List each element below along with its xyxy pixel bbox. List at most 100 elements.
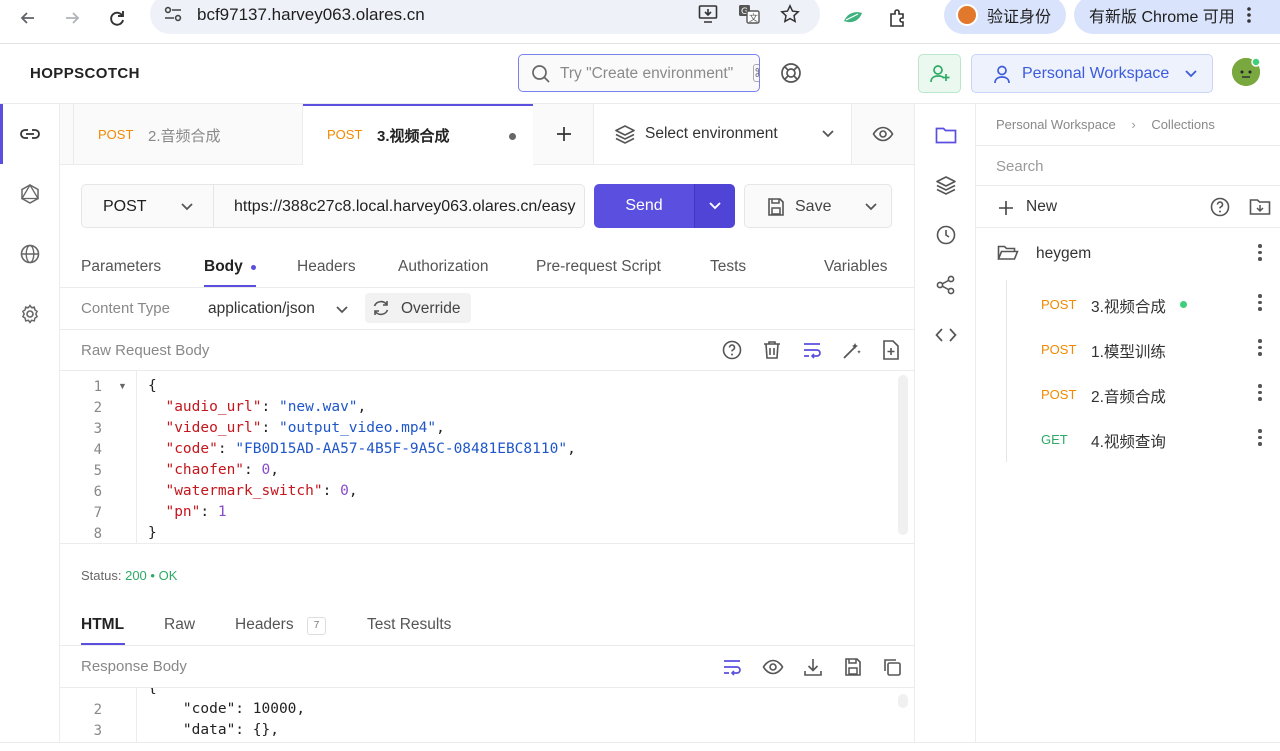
- tab-body[interactable]: Body: [204, 258, 243, 276]
- tab-parameters[interactable]: Parameters: [81, 258, 161, 276]
- forward-icon[interactable]: [58, 4, 86, 32]
- collections-search-input[interactable]: Search: [976, 145, 1280, 186]
- code-line: "watermark_switch": 0,: [165, 483, 358, 499]
- support-lifebuoy-icon[interactable]: [780, 62, 802, 84]
- user-avatar[interactable]: [1232, 58, 1260, 86]
- import-file-icon[interactable]: [882, 340, 900, 360]
- collection-folder-heygem[interactable]: heygem: [976, 231, 1280, 276]
- save-button[interactable]: Save: [744, 184, 892, 228]
- save-disk-icon[interactable]: [843, 657, 863, 677]
- bookmark-star-icon[interactable]: [780, 4, 800, 24]
- more-options-icon[interactable]: [1258, 244, 1262, 264]
- code-brackets-icon[interactable]: [915, 310, 976, 360]
- tab-request-3[interactable]: POST 3.视频合成: [303, 104, 533, 165]
- collection-request-item[interactable]: GET 4.视频查询: [976, 416, 1280, 461]
- collection-request-item[interactable]: POST 2.音频合成: [976, 371, 1280, 416]
- nav-realtime-globe-icon[interactable]: [0, 224, 60, 284]
- site-settings-icon[interactable]: [163, 5, 183, 23]
- tab-headers[interactable]: Headers: [297, 258, 356, 276]
- send-options-button[interactable]: [694, 184, 735, 228]
- new-collection-button[interactable]: New: [998, 198, 1138, 218]
- help-icon[interactable]: [1210, 197, 1230, 217]
- more-menu-icon[interactable]: [1247, 7, 1251, 23]
- download-icon[interactable]: [803, 657, 823, 677]
- breadcrumb-collections[interactable]: Collections: [1151, 117, 1215, 132]
- method-selector[interactable]: POST: [81, 184, 213, 228]
- chrome-update-button[interactable]: 有新版 Chrome 可用: [1074, 0, 1280, 34]
- override-button[interactable]: Override: [365, 293, 471, 323]
- trash-icon[interactable]: [763, 340, 781, 360]
- extensions-puzzle-icon[interactable]: [884, 4, 912, 32]
- app-logo[interactable]: HOPPSCOTCH: [30, 65, 140, 82]
- history-clock-icon[interactable]: [915, 210, 976, 260]
- workspace-selector[interactable]: Personal Workspace: [971, 54, 1213, 93]
- request-name: 1.模型训练: [1091, 344, 1166, 361]
- import-folder-icon[interactable]: [1249, 197, 1271, 217]
- editor-scrollbar[interactable]: [898, 375, 908, 535]
- new-label: New: [1026, 198, 1058, 215]
- content-type-selector[interactable]: application/json: [208, 294, 358, 324]
- tab-pre-request-script[interactable]: Pre-request Script: [536, 258, 661, 276]
- copy-icon[interactable]: [882, 657, 902, 677]
- more-options-icon[interactable]: [1258, 429, 1262, 449]
- collections-folder-icon[interactable]: [915, 110, 976, 160]
- preview-eye-icon[interactable]: [762, 658, 784, 676]
- prettify-wand-icon[interactable]: [842, 340, 862, 360]
- search-input[interactable]: Try "Create environment" ⌘: [518, 54, 760, 92]
- wrap-lines-icon[interactable]: [722, 658, 742, 676]
- verify-identity-button[interactable]: 验证身份: [944, 0, 1066, 34]
- chevron-down-icon[interactable]: [864, 202, 878, 212]
- tab-authorization[interactable]: Authorization: [398, 258, 488, 276]
- chevron-down-icon: [335, 305, 349, 315]
- tab-variables[interactable]: Variables: [824, 258, 887, 276]
- more-options-icon[interactable]: [1258, 339, 1262, 359]
- method-label: POST: [103, 198, 147, 215]
- tab-request-2[interactable]: POST 2.音频合成: [73, 104, 303, 165]
- collection-request-item[interactable]: POST 1.模型训练: [976, 326, 1280, 371]
- environment-eye-icon[interactable]: [872, 125, 894, 143]
- search-icon: [531, 64, 551, 84]
- tab-raw[interactable]: Raw: [164, 616, 195, 634]
- nav-rest-link-icon[interactable]: [0, 104, 60, 164]
- share-icon[interactable]: [915, 260, 976, 310]
- wrap-lines-icon[interactable]: [802, 341, 822, 359]
- nav-settings-gear-icon[interactable]: [0, 284, 60, 344]
- request-body-editor[interactable]: ▼ 1 { 2 "audio_url": "new.wav", 3 "video…: [60, 371, 914, 544]
- breadcrumb-workspace[interactable]: Personal Workspace: [996, 117, 1116, 132]
- json-key: "video_url": [165, 420, 262, 436]
- extension-leaf-icon[interactable]: [839, 4, 867, 32]
- address-bar[interactable]: bcf97137.harvey063.olares.cn G文: [150, 0, 820, 34]
- translate-icon[interactable]: G文: [738, 4, 760, 24]
- line-number: 7: [93, 505, 102, 521]
- raw-body-label: Raw Request Body: [81, 342, 210, 359]
- invite-user-button[interactable]: [918, 54, 961, 93]
- back-icon[interactable]: [14, 4, 42, 32]
- tab-test-results[interactable]: Test Results: [367, 616, 451, 634]
- json-punct: ,: [436, 420, 445, 436]
- tab-html[interactable]: HTML: [81, 616, 124, 634]
- active-tab-underline: [204, 285, 256, 287]
- tab-response-headers[interactable]: Headers: [235, 616, 294, 634]
- response-body-editor[interactable]: { 2 "code": 10000, 3 "data": {},: [60, 688, 914, 742]
- send-button[interactable]: Send: [594, 184, 694, 228]
- tab-method-label: POST: [98, 127, 134, 142]
- help-icon[interactable]: [722, 340, 742, 360]
- new-tab-button[interactable]: [534, 104, 594, 164]
- tab-tests[interactable]: Tests: [710, 258, 746, 276]
- request-url-input[interactable]: https://388c27c8.local.harvey063.olares.…: [213, 184, 585, 228]
- collection-request-item[interactable]: POST 3.视频合成: [976, 281, 1280, 326]
- user-plus-icon: [929, 64, 949, 82]
- environments-layers-icon[interactable]: [915, 160, 976, 210]
- folder-name: heygem: [1036, 245, 1092, 262]
- fold-arrow-icon[interactable]: ▼: [118, 381, 127, 391]
- editor-scrollbar[interactable]: [898, 694, 908, 708]
- environment-selector[interactable]: Select environment: [594, 104, 852, 164]
- request-name: 3.视频合成: [1091, 299, 1166, 316]
- active-tab-underline: [81, 643, 125, 645]
- more-options-icon[interactable]: [1258, 294, 1262, 314]
- reload-icon[interactable]: [103, 4, 131, 32]
- install-app-icon[interactable]: [698, 4, 720, 24]
- nav-graphql-icon[interactable]: [0, 164, 60, 224]
- content-type-row: Content Type application/json Override: [60, 288, 914, 330]
- more-options-icon[interactable]: [1258, 384, 1262, 404]
